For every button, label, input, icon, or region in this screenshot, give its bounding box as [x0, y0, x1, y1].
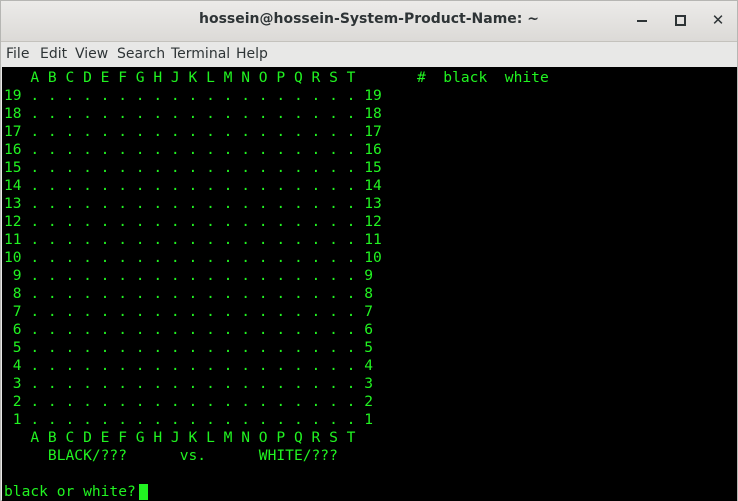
- menu-file[interactable]: File: [6, 46, 29, 62]
- board-row: 13 . . . . . . . . . . . . . . . . . . .…: [4, 195, 382, 212]
- board-row: 16 . . . . . . . . . . . . . . . . . . .…: [4, 141, 382, 158]
- menu-view[interactable]: View: [75, 46, 108, 62]
- board-row: 2 . . . . . . . . . . . . . . . . . . . …: [4, 393, 374, 410]
- menu-bar: File Edit View Search Terminal Help: [1, 42, 737, 66]
- title-bar[interactable]: hossein@hossein-System-Product-Name: ~ ✕: [1, 1, 737, 42]
- minimize-button[interactable]: [631, 9, 653, 31]
- scrollbar[interactable]: [724, 67, 737, 501]
- board-row: 4 . . . . . . . . . . . . . . . . . . . …: [4, 357, 374, 374]
- maximize-icon: [674, 15, 686, 26]
- board-row: 10 . . . . . . . . . . . . . . . . . . .…: [4, 249, 382, 266]
- window-title: hossein@hossein-System-Product-Name: ~: [199, 11, 539, 27]
- board-row: 19 . . . . . . . . . . . . . . . . . . .…: [4, 87, 382, 104]
- menu-terminal[interactable]: Terminal: [171, 46, 230, 62]
- board-row: 18 . . . . . . . . . . . . . . . . . . .…: [4, 105, 382, 122]
- prompt-line: black or white?: [4, 483, 136, 500]
- board-row: 17 . . . . . . . . . . . . . . . . . . .…: [4, 123, 382, 140]
- board-row: 5 . . . . . . . . . . . . . . . . . . . …: [4, 339, 374, 356]
- minimize-icon: [637, 19, 647, 22]
- board-row: 11 . . . . . . . . . . . . . . . . . . .…: [4, 231, 382, 248]
- maximize-button[interactable]: [669, 9, 691, 31]
- menu-edit[interactable]: Edit: [40, 46, 67, 62]
- board-row: 14 . . . . . . . . . . . . . . . . . . .…: [4, 177, 382, 194]
- board-row: 8 . . . . . . . . . . . . . . . . . . . …: [4, 285, 374, 302]
- board-row: 7 . . . . . . . . . . . . . . . . . . . …: [4, 303, 374, 320]
- board-row: 3 . . . . . . . . . . . . . . . . . . . …: [4, 375, 374, 392]
- menu-help[interactable]: Help: [236, 46, 268, 62]
- board-row: 12 . . . . . . . . . . . . . . . . . . .…: [4, 213, 382, 230]
- menu-search[interactable]: Search: [117, 46, 165, 62]
- terminal-window: hossein@hossein-System-Product-Name: ~ ✕…: [0, 0, 738, 501]
- text-cursor: [139, 484, 148, 500]
- terminal-area[interactable]: A B C D E F G H J K L M N O P Q R S T # …: [2, 67, 724, 501]
- board-row: 6 . . . . . . . . . . . . . . . . . . . …: [4, 321, 374, 338]
- board-column-footer: A B C D E F G H J K L M N O P Q R S T: [4, 429, 356, 446]
- close-icon: ✕: [711, 11, 725, 29]
- close-button[interactable]: ✕: [707, 9, 729, 31]
- players-line: BLACK/??? vs. WHITE/???: [4, 447, 338, 464]
- board-column-header: A B C D E F G H J K L M N O P Q R S T # …: [4, 69, 549, 86]
- board-row: 9 . . . . . . . . . . . . . . . . . . . …: [4, 267, 374, 284]
- board-row: 1 . . . . . . . . . . . . . . . . . . . …: [4, 411, 374, 428]
- board-row: 15 . . . . . . . . . . . . . . . . . . .…: [4, 159, 382, 176]
